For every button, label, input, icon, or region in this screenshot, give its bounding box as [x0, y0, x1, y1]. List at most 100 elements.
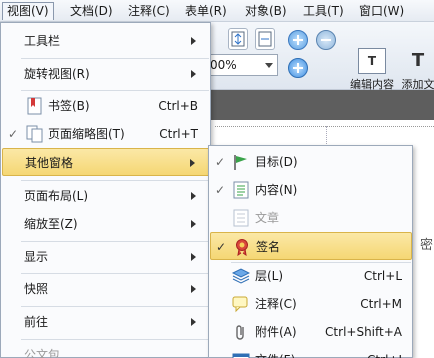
submenu-item-attachments[interactable]: 附件(A) Ctrl+Shift+A	[210, 318, 412, 346]
menu-separator	[21, 306, 209, 307]
menu-item-label: 快照	[24, 282, 49, 296]
view-menu: 工具栏 旋转视图(R) 书签(B) Ctrl+B ✓ 页面缩略图(T) Ctrl…	[0, 22, 211, 358]
submenu-item-label: 签名	[256, 240, 281, 254]
comments-icon	[232, 296, 248, 313]
menu-item-display[interactable]: 显示	[2, 243, 210, 271]
menu-item-label: 页面布局(L)	[24, 189, 89, 203]
contents-icon	[233, 181, 249, 199]
add-text-tool[interactable]: T 添加文	[398, 48, 434, 92]
add-text-icon: T	[411, 50, 425, 71]
menu-item-page-thumbnails[interactable]: ✓ 页面缩略图(T) Ctrl+T	[2, 120, 210, 148]
menu-item-go-to[interactable]: 前往	[2, 308, 210, 336]
submenu-item-label: 文章	[255, 211, 280, 225]
submenu-item-label: 层(L)	[255, 269, 284, 283]
menubar: 视图(V) 文档(D) 注释(C) 表单(R) 对象(B) 工具(T) 窗口(W…	[0, 0, 434, 22]
menu-item-label: 前往	[24, 315, 49, 329]
chevron-right-icon	[191, 70, 196, 78]
menu-item-zoom-to[interactable]: 缩放至(Z)	[2, 210, 210, 238]
layers-icon	[232, 268, 250, 284]
zoom-combo[interactable]: 00%	[205, 54, 278, 76]
submenu-item-contents[interactable]: ✓ 内容(N)	[210, 176, 412, 204]
zoom-out-icon	[321, 39, 331, 41]
menu-item-label: 公文包	[24, 348, 61, 358]
plus-icon	[293, 63, 303, 73]
menu-separator	[21, 90, 209, 91]
signature-icon	[236, 239, 248, 256]
menu-item-page-layout[interactable]: 页面布局(L)	[2, 182, 210, 210]
submenu-item-shortcut: Ctrl+M	[360, 297, 402, 311]
menu-separator	[21, 241, 209, 242]
submenu-item-label: 文件(F)	[255, 346, 295, 358]
submenu-item-files[interactable]: 文件(F) Ctrl+I	[210, 346, 412, 358]
menu-item-label: 页面缩略图(T)	[48, 127, 125, 141]
submenu-item-destinations[interactable]: ✓ 目标(D)	[210, 148, 412, 176]
menu-item-bookmarks[interactable]: 书签(B) Ctrl+B	[2, 92, 210, 120]
fit-page-icon	[231, 31, 245, 47]
menu-item-shortcut: Ctrl+B	[158, 99, 198, 113]
menu-item-label: 其他窗格	[25, 156, 74, 170]
zoom-out-button[interactable]	[316, 30, 336, 50]
paperclip-icon	[236, 325, 244, 340]
bookmark-icon	[27, 97, 42, 115]
menu-item-other-panes[interactable]: 其他窗格	[2, 148, 210, 176]
page-border-line	[215, 126, 434, 127]
chevron-right-icon	[191, 37, 196, 45]
zoom-value: 00%	[210, 58, 237, 72]
menu-form[interactable]: 表单(R)	[181, 2, 231, 20]
edit-content-tool[interactable]: T 编辑内容	[346, 48, 398, 92]
checkmark-icon: ✓	[8, 127, 19, 141]
files-icon	[232, 353, 250, 358]
menu-item-label: 工具栏	[24, 34, 61, 48]
submenu-item-label: 目标(D)	[255, 155, 298, 169]
menu-item-shortcut: Ctrl+T	[159, 127, 198, 141]
menu-object[interactable]: 对象(B)	[241, 2, 291, 20]
submenu-item-label: 附件(A)	[255, 325, 297, 339]
menu-item-portfolio[interactable]: 公文包	[2, 341, 210, 358]
other-panes-submenu: ✓ 目标(D) ✓ 内容(N) 文章 ✓ 签名 层(L) Ctrl+L 注释(C…	[208, 145, 413, 358]
menu-comment[interactable]: 注释(C)	[124, 2, 174, 20]
zoom-add-button[interactable]	[288, 58, 308, 78]
zoom-in-button[interactable]	[288, 30, 308, 50]
chevron-right-icon	[191, 318, 196, 326]
page-thumbnails-icon	[26, 125, 43, 143]
chevron-right-icon	[191, 220, 196, 228]
chevron-right-icon	[191, 285, 196, 293]
menu-tools[interactable]: 工具(T)	[299, 2, 348, 20]
menu-separator	[21, 58, 209, 59]
submenu-item-shortcut: Ctrl+Shift+A	[325, 325, 402, 339]
submenu-item-layers[interactable]: 层(L) Ctrl+L	[210, 262, 412, 290]
menu-item-toolbars[interactable]: 工具栏	[2, 27, 210, 55]
menu-separator	[21, 339, 209, 340]
fit-page-button[interactable]	[228, 28, 248, 50]
submenu-item-signatures[interactable]: ✓ 签名	[210, 232, 412, 260]
menu-item-snapshot[interactable]: 快照	[2, 275, 210, 303]
menu-item-rotate-view[interactable]: 旋转视图(R)	[2, 60, 210, 88]
page-partial-text: 密	[420, 238, 434, 253]
articles-icon	[233, 209, 249, 227]
chevron-right-icon	[191, 253, 196, 261]
chevron-right-icon	[191, 192, 196, 200]
chevron-down-icon	[265, 63, 273, 68]
zoom-in-icon	[293, 35, 303, 45]
menu-item-label: 旋转视图(R)	[24, 67, 90, 81]
menu-view[interactable]: 视图(V)	[2, 2, 54, 20]
fit-width-button[interactable]	[255, 28, 275, 50]
menu-window[interactable]: 窗口(W)	[355, 2, 408, 20]
submenu-item-articles[interactable]: 文章	[210, 204, 412, 232]
fit-width-icon	[258, 31, 272, 47]
menu-separator	[21, 180, 209, 181]
menu-separator	[21, 273, 209, 274]
destinations-icon	[234, 155, 247, 170]
menu-item-label: 缩放至(Z)	[24, 217, 78, 231]
submenu-item-shortcut: Ctrl+I	[367, 346, 402, 358]
checkmark-icon: ✓	[216, 240, 227, 254]
submenu-item-comments[interactable]: 注释(C) Ctrl+M	[210, 290, 412, 318]
menu-item-label: 书签(B)	[48, 99, 90, 113]
chevron-right-icon	[190, 159, 195, 167]
menu-document[interactable]: 文档(D)	[66, 2, 117, 20]
submenu-item-label: 注释(C)	[255, 297, 297, 311]
submenu-item-label: 内容(N)	[255, 183, 298, 197]
checkmark-icon: ✓	[215, 183, 226, 197]
submenu-item-shortcut: Ctrl+L	[363, 269, 402, 283]
menu-item-label: 显示	[24, 250, 49, 264]
